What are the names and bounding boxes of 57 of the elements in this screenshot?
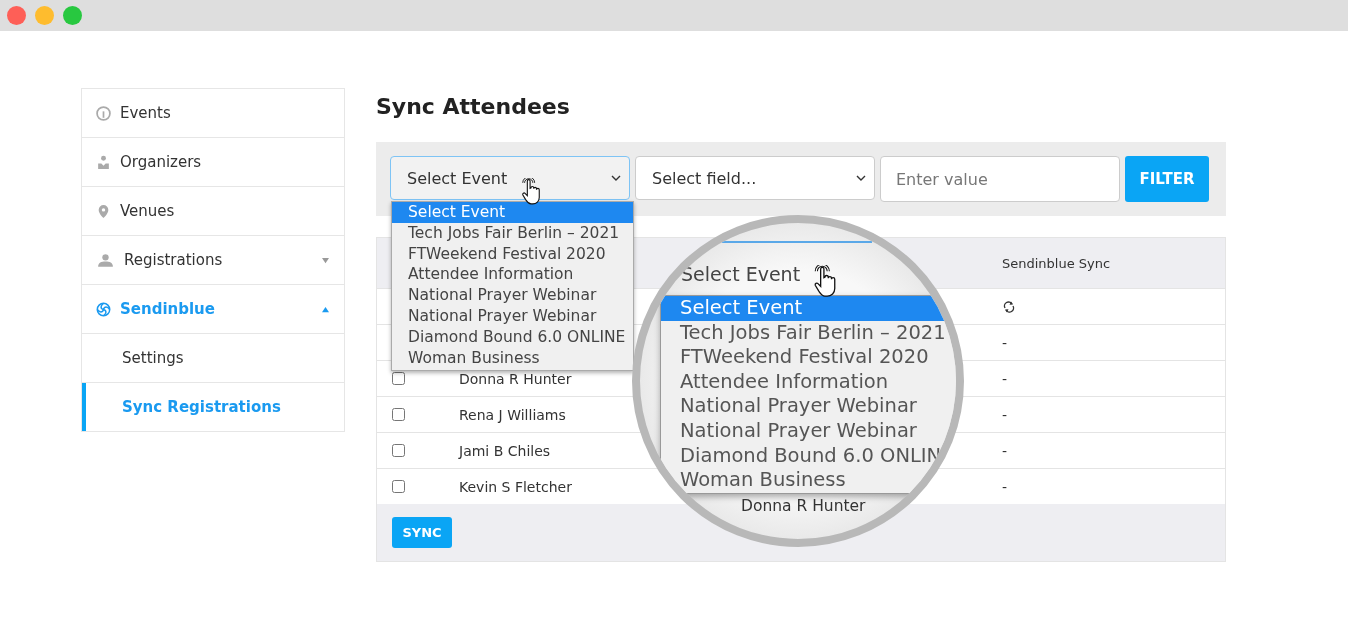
dropdown-option[interactable]: Attendee Information [392, 264, 633, 286]
sidebar-item[interactable]: Organizers [82, 138, 344, 187]
dropdown-option[interactable]: Select Event [392, 202, 633, 223]
row-checkbox[interactable] [392, 444, 405, 457]
caret-down-icon [321, 256, 330, 264]
chevron-down-icon [611, 175, 621, 181]
magnified-option: FTWeekend Festival 2020 [661, 345, 956, 370]
table-cell: Rena J Williams [459, 406, 566, 423]
sidebar-item[interactable]: Registrations [82, 236, 344, 285]
dropdown-option[interactable]: National Prayer Webinar [392, 285, 633, 306]
magnified-option: National Prayer Webinar [661, 394, 956, 419]
row-checkbox[interactable] [392, 480, 405, 493]
dropdown-option[interactable]: Tech Jobs Fair Berlin – 2021 [392, 222, 633, 244]
sidebar-label: Organizers [120, 153, 203, 171]
person-icon [96, 154, 111, 170]
swirl-icon [96, 301, 111, 317]
sync-icon[interactable] [1002, 299, 1016, 314]
column-header: Sendinblue Sync [1002, 255, 1111, 271]
magnified-option: National Prayer Webinar [661, 418, 956, 444]
table-cell: - [1002, 442, 1008, 459]
hand-cursor-icon [812, 265, 838, 299]
hand-cursor-icon [520, 178, 542, 206]
info-icon [96, 105, 111, 121]
dropdown-option[interactable]: Diamond Bound 6.0 ONLINE [392, 326, 633, 348]
field-select[interactable]: Select field... [635, 156, 875, 200]
value-input[interactable]: Enter value [880, 156, 1120, 202]
users-icon [96, 252, 115, 268]
location-pin-icon [96, 203, 111, 219]
page-title: Sync Attendees [376, 93, 571, 121]
magnified-option: Attendee Information [661, 369, 956, 395]
magnified-option: Woman Business [661, 468, 956, 493]
event-select[interactable]: Select Event [390, 156, 630, 200]
sidebar-item[interactable]: Venues [82, 187, 344, 236]
chevron-down-icon [856, 175, 866, 181]
row-checkbox[interactable] [392, 408, 405, 421]
table-cell: - [1002, 334, 1008, 351]
table-cell: - [1002, 406, 1008, 423]
sidebar-subitem[interactable]: Settings [82, 334, 344, 383]
table-cell: Kevin S Fletcher [459, 478, 572, 495]
magnified-select-text: Select Event [681, 263, 801, 285]
table-cell: Donna R Hunter [459, 370, 572, 387]
row-checkbox[interactable] [392, 372, 405, 385]
table-cell: - [1002, 478, 1008, 495]
caret-up-icon [321, 305, 330, 313]
sidebar-label: Venues [120, 202, 176, 220]
sidebar-label: Registrations [124, 251, 224, 269]
dropdown-option[interactable]: FTWeekend Festival 2020 [392, 243, 633, 265]
window-control[interactable] [7, 6, 26, 25]
table-cell: - [1002, 370, 1008, 387]
sidebar-label: Events [120, 104, 172, 122]
dropdown-option[interactable]: National Prayer Webinar [392, 306, 633, 327]
sidebar-label: Sendinblue [120, 300, 216, 318]
sidebar-item[interactable]: Events [82, 89, 344, 138]
table-cell: Jami B Chiles [459, 442, 551, 459]
magnified-option: Tech Jobs Fair Berlin – 2021 [661, 320, 956, 346]
magnified-row-text: Donna R Hunter [741, 497, 866, 515]
dropdown-option[interactable]: Woman Business [392, 347, 633, 369]
